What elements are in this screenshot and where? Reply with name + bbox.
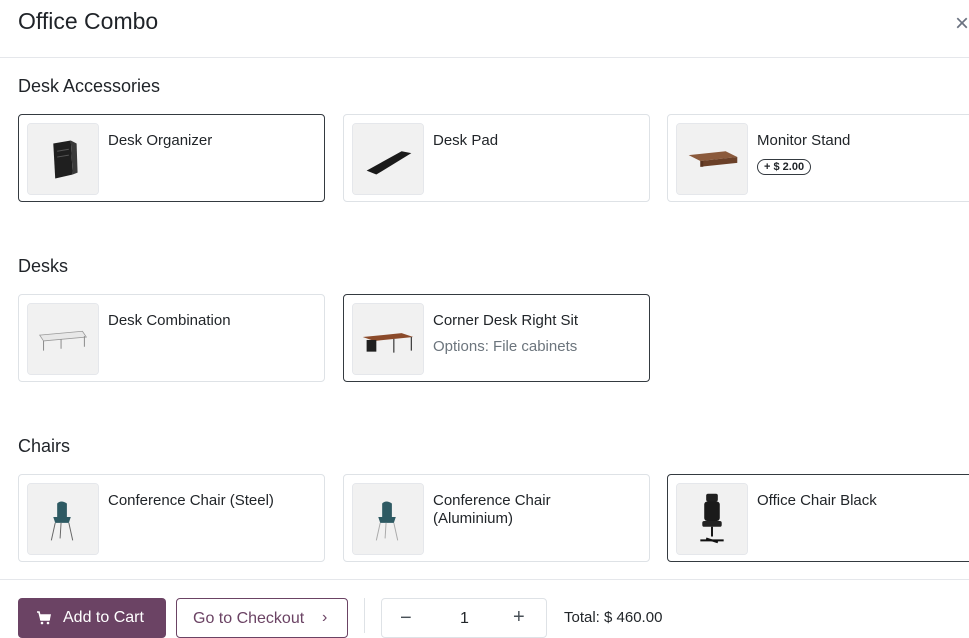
product-name: Office Chair Black: [757, 492, 877, 509]
quantity-value[interactable]: 1: [460, 610, 469, 628]
product-card-desk-organizer[interactable]: Desk Organizer: [18, 114, 325, 202]
section-title-desks: Desks: [18, 256, 69, 276]
corner-desk-image: [352, 303, 424, 375]
increase-quantity-button[interactable]: +: [513, 606, 525, 629]
go-to-checkout-label: Go to Checkout: [193, 610, 305, 627]
add-to-cart-button[interactable]: Add to Cart: [18, 598, 166, 638]
office-chair-image: [676, 483, 748, 555]
dialog-title: Office Combo: [18, 8, 159, 34]
section-title-desk-accessories: Desk Accessories: [18, 76, 161, 96]
dialog-header: Office Combo ×: [0, 0, 969, 58]
product-name: Corner Desk Right Sit: [433, 312, 579, 329]
go-to-checkout-button[interactable]: Go to Checkout ›: [176, 598, 348, 638]
footer-separator: [364, 598, 365, 633]
cart-icon: [36, 610, 52, 626]
product-name: Conference Chair (Aluminium): [433, 492, 551, 527]
product-card-monitor-stand[interactable]: Monitor Stand + $ 2.00: [667, 114, 969, 202]
section-title-chairs: Chairs: [18, 436, 71, 456]
product-card-office-chair-black[interactable]: Office Chair Black: [667, 474, 969, 562]
decrease-quantity-button[interactable]: −: [400, 607, 412, 630]
product-name: Conference Chair (Steel): [108, 492, 274, 509]
desk-combination-image: [27, 303, 99, 375]
price-extra-badge: + $ 2.00: [757, 159, 812, 175]
close-icon[interactable]: ×: [955, 10, 969, 38]
product-name: Desk Organizer: [108, 132, 213, 149]
product-card-corner-desk[interactable]: Corner Desk Right Sit Options: File cabi…: [343, 294, 650, 382]
monitor-stand-image: [676, 123, 748, 195]
add-to-cart-label: Add to Cart: [63, 609, 144, 626]
product-card-conference-chair-aluminium[interactable]: Conference Chair (Aluminium): [343, 474, 650, 562]
desk-organizer-image: [27, 123, 99, 195]
total-price: Total: $ 460.00: [564, 609, 663, 626]
footer-divider: [0, 579, 969, 580]
product-name: Desk Pad: [433, 132, 499, 149]
product-name: Monitor Stand: [757, 132, 851, 149]
desk-pad-image: [352, 123, 424, 195]
product-card-conference-chair-steel[interactable]: Conference Chair (Steel): [18, 474, 325, 562]
conference-chair-image: [352, 483, 424, 555]
product-card-desk-pad[interactable]: Desk Pad: [343, 114, 650, 202]
product-card-desk-combination[interactable]: Desk Combination: [18, 294, 325, 382]
product-options: Options: File cabinets: [433, 338, 578, 355]
product-name: Desk Combination: [108, 312, 231, 329]
chevron-right-icon: ›: [322, 609, 328, 626]
conference-chair-image: [27, 483, 99, 555]
quantity-stepper[interactable]: − 1 +: [381, 598, 547, 638]
